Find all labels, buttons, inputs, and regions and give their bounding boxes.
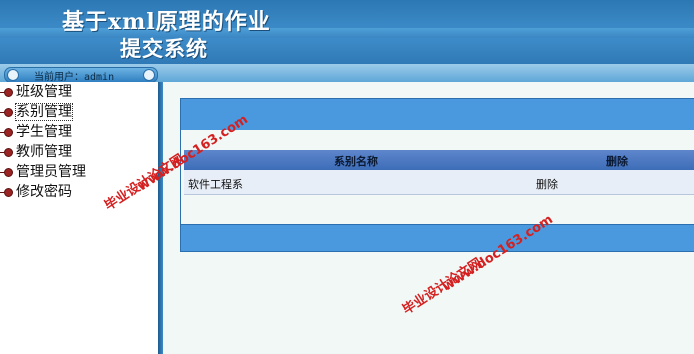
bullet-icon	[0, 108, 13, 117]
table-header: 系别名称 删除	[184, 150, 694, 170]
sidebar-item-label[interactable]: 修改密码	[16, 184, 72, 200]
sidebar-item-label[interactable]: 系别管理	[15, 103, 73, 121]
app-title-line1: 基于xml原理的作业	[62, 9, 271, 35]
bullet-icon	[0, 168, 13, 177]
sidebar-menu: 班级管理 系别管理 学生管理 教师管理 管理员管理 修改密码	[0, 83, 86, 203]
delete-link[interactable]: 删除	[536, 176, 558, 192]
panel-header-bar	[180, 98, 694, 132]
column-header-name: 系别名称	[334, 155, 378, 168]
panel-footer-bar	[180, 224, 694, 252]
bullet-icon	[0, 188, 13, 197]
sidebar-item-student[interactable]: 学生管理	[0, 123, 86, 143]
sidebar-item-label[interactable]: 班级管理	[16, 84, 72, 100]
sidebar-item-department[interactable]: 系别管理	[0, 103, 86, 123]
sidebar-item-label[interactable]: 管理员管理	[16, 164, 86, 180]
bullet-icon	[0, 148, 13, 157]
app-header: 基于xml原理的作业 提交系统	[0, 0, 694, 64]
sidebar-item-label[interactable]: 学生管理	[16, 124, 72, 140]
sidebar-item-admin[interactable]: 管理员管理	[0, 163, 86, 183]
table-row: 软件工程系 删除	[184, 170, 694, 195]
pill-right-icon	[143, 69, 155, 81]
sidebar-item-class[interactable]: 班级管理	[0, 83, 86, 103]
pill-left-icon	[7, 69, 19, 81]
column-header-delete: 删除	[606, 155, 628, 168]
current-user-label: 当前用户：admin	[34, 72, 115, 83]
app-title-line2: 提交系统	[120, 36, 208, 61]
sidebar-item-password[interactable]: 修改密码	[0, 183, 86, 203]
sidebar-item-label[interactable]: 教师管理	[16, 144, 72, 160]
department-name-cell: 软件工程系	[188, 178, 243, 191]
sidebar-item-teacher[interactable]: 教师管理	[0, 143, 86, 163]
bullet-icon	[0, 128, 13, 137]
bullet-icon	[0, 88, 13, 97]
